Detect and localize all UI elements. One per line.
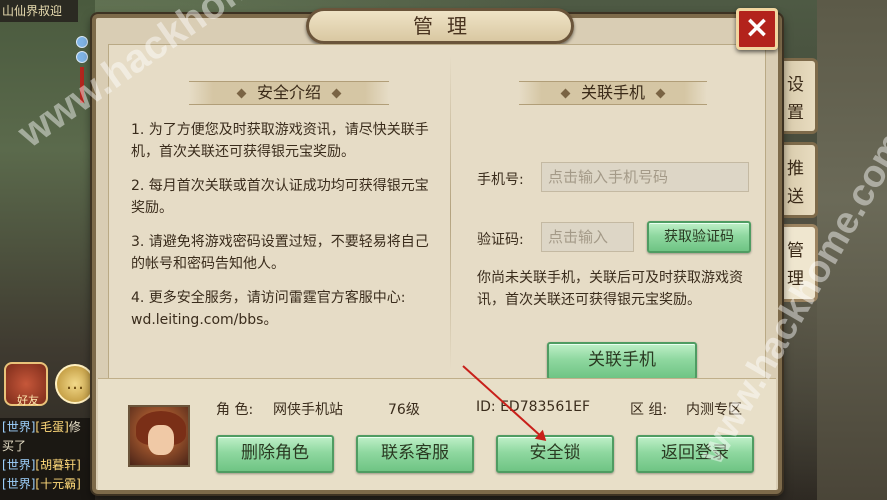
chat-line: [世界][胡暮轩] xyxy=(2,456,95,475)
bind-header-text: 关联手机 xyxy=(580,83,645,102)
get-code-button[interactable]: 获取验证码 xyxy=(647,221,751,253)
chat-channel-tag: [世界] xyxy=(2,477,36,491)
intro-header-text: 安全介绍 xyxy=(256,83,321,102)
dialog-content: 安全介绍 1. 为了方便您及时获取游戏资讯，请尽快关联手机，首次关联还可获得银元… xyxy=(108,44,766,380)
chat-message: 买了 xyxy=(2,439,27,453)
role-label: 角 色: xyxy=(216,402,254,418)
dialog-title-bar: 管理 xyxy=(306,8,574,44)
chat-sender[interactable]: [十元霸] xyxy=(35,477,80,491)
zone-name: 内测专区 xyxy=(686,402,742,418)
security-intro-list: 1. 为了方便您及时获取游戏资讯，请尽快关联手机，首次关联还可获得银元宝奖励。 … xyxy=(131,119,441,343)
player-info-strip: 角 色: 网侠手机站 76级 ID: ED783561EF 区 组: 内测专区 … xyxy=(98,378,776,490)
pendant-ornament-icon xyxy=(72,36,92,126)
player-id: ID: ED783561EF xyxy=(476,399,591,415)
chat-sender[interactable]: [胡暮轩] xyxy=(35,458,80,472)
background-right-scenery xyxy=(817,0,887,500)
contact-support-button[interactable]: 联系客服 xyxy=(356,435,474,473)
security-lock-button[interactable]: 安全锁 xyxy=(496,435,614,473)
tab-manage[interactable]: 管 理 xyxy=(776,224,818,302)
role-level: 76级 xyxy=(388,402,420,418)
dialog-title: 管理 xyxy=(413,14,481,38)
intro-item: 3. 请避免将游戏密码设置过短，不要轻易将自己的帐号和密码告知他人。 xyxy=(131,234,429,272)
diamond-icon xyxy=(331,88,342,99)
manage-dialog: 管理 安全介绍 1. 为了方便您及时获取游戏资讯，请尽快关联手机，首次关联还可获… xyxy=(92,8,782,494)
bind-phone-button[interactable]: 关联手机 xyxy=(547,342,697,380)
chat-line: 买了 xyxy=(2,437,95,456)
chat-bubble-icon[interactable]: … xyxy=(55,364,95,404)
close-icon[interactable]: × xyxy=(736,8,778,50)
column-divider xyxy=(450,55,451,371)
chat-channel-tag: [世界] xyxy=(2,458,36,472)
tab-settings[interactable]: 设 置 xyxy=(776,58,818,134)
phone-label: 手机号: xyxy=(477,172,524,188)
chat-line: [世界][十元霸] xyxy=(2,475,95,494)
top-left-location-text: 山仙界叔迎 xyxy=(0,0,78,22)
phone-input[interactable]: 点击输入手机号码 xyxy=(541,162,749,192)
code-label: 验证码: xyxy=(477,232,524,248)
chat-message: 修 xyxy=(68,420,81,434)
delete-role-button[interactable]: 删除角色 xyxy=(216,435,334,473)
chat-log[interactable]: [世界][毛蛋]修 买了 [世界][胡暮轩] [世界][十元霸] xyxy=(0,418,95,500)
chat-channel-tag: [世界] xyxy=(2,420,36,434)
chat-sender[interactable]: [毛蛋] xyxy=(35,420,68,434)
bind-phone-section-header: 关联手机 xyxy=(519,81,707,105)
role-name: 网侠手机站 xyxy=(273,402,343,418)
verification-code-input[interactable]: 点击输入 xyxy=(541,222,634,252)
diamond-icon xyxy=(560,88,571,99)
intro-item: 4. 更多安全服务，请访问雷霆官方客服中心: wd.leiting.com/bb… xyxy=(131,290,406,328)
avatar xyxy=(128,405,190,467)
tab-push[interactable]: 推 送 xyxy=(776,142,818,218)
back-to-login-button[interactable]: 返回登录 xyxy=(636,435,754,473)
diamond-icon xyxy=(655,88,666,99)
intro-section-header: 安全介绍 xyxy=(189,81,389,105)
bind-description: 你尚未关联手机，关联后可及时获取游戏资讯，首次关联还可获得银元宝奖励。 xyxy=(477,270,743,308)
zone-label: 区 组: xyxy=(630,402,668,418)
intro-item: 1. 为了方便您及时获取游戏资讯，请尽快关联手机，首次关联还可获得银元宝奖励。 xyxy=(131,122,429,160)
diamond-icon xyxy=(236,88,247,99)
chat-line: [世界][毛蛋]修 xyxy=(2,418,95,437)
friends-label[interactable]: 好友 xyxy=(8,392,48,408)
intro-item: 2. 每月首次关联或首次认证成功均可获得银元宝奖励。 xyxy=(131,178,429,216)
